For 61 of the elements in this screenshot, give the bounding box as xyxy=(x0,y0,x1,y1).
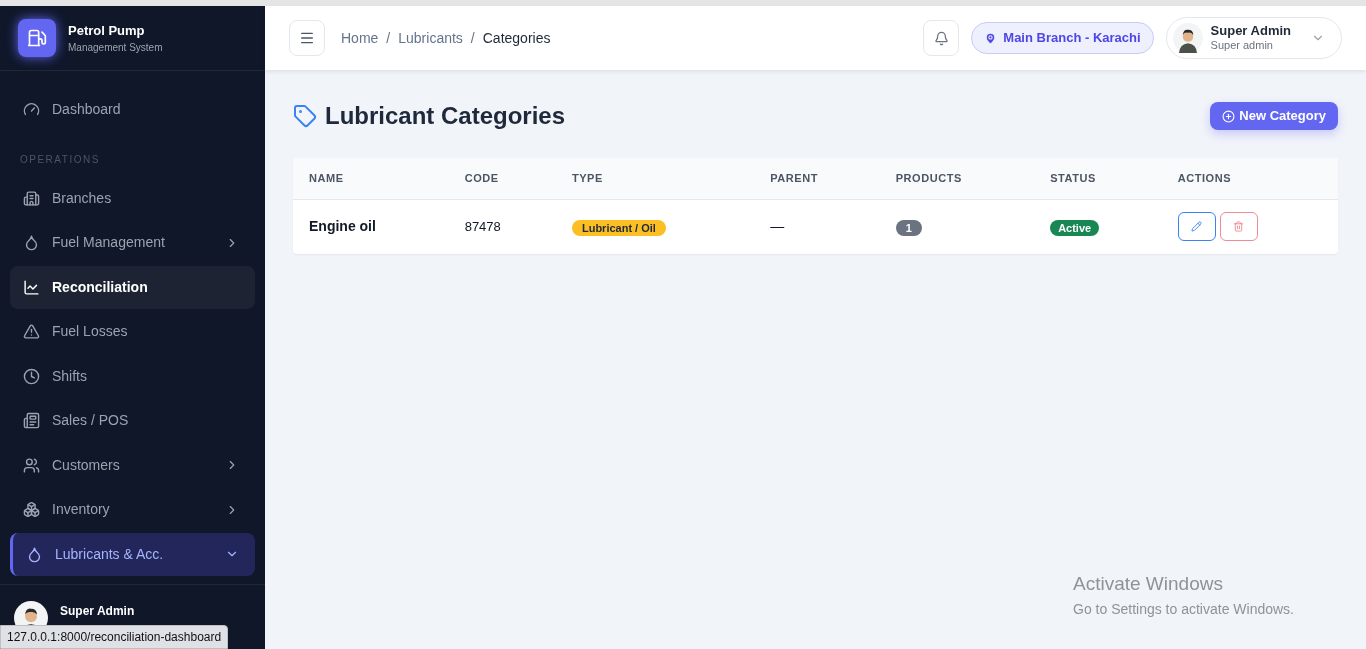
sidebar-item[interactable]: Inventory xyxy=(10,488,255,531)
sidebar-item[interactable]: Branches xyxy=(10,176,255,220)
edit-button[interactable] xyxy=(1177,212,1216,242)
brand-subtitle: Management System xyxy=(68,41,163,56)
gauge-icon xyxy=(23,100,40,118)
menu-button[interactable] xyxy=(289,20,325,56)
column-header: ACTIONS xyxy=(1161,158,1338,199)
users-icon xyxy=(23,456,40,474)
breadcrumb-link[interactable]: Lubricants xyxy=(398,27,463,49)
column-header: STATUS xyxy=(1034,158,1162,199)
droplet-icon xyxy=(23,234,40,251)
building-icon xyxy=(23,189,40,207)
column-header: PARENT xyxy=(754,158,880,199)
logo-icon xyxy=(18,19,56,57)
sidebar-item[interactable]: Customers xyxy=(10,443,255,487)
activation-title: Activate Windows xyxy=(1073,572,1224,596)
clock-icon xyxy=(23,367,40,385)
brand-title: Petrol Pump xyxy=(68,21,146,40)
sidebar-item[interactable]: Dashboard xyxy=(10,87,255,131)
column-header: NAME xyxy=(293,158,449,199)
table-cell: — xyxy=(754,199,880,254)
breadcrumb-separator: / xyxy=(386,28,391,48)
sidebar-item[interactable]: Reconciliation xyxy=(10,265,255,309)
sidebar-item[interactable]: Fuel Losses xyxy=(10,310,255,353)
breadcrumb-link[interactable]: Home xyxy=(341,27,379,49)
notification-button[interactable] xyxy=(923,20,960,56)
newspaper-icon xyxy=(23,412,40,429)
chart-icon xyxy=(23,278,40,296)
table-cell: 87478 xyxy=(448,199,556,254)
status-url: 127.0.0.1:8000/reconciliation-dashboard xyxy=(0,625,229,649)
sidebar-item[interactable]: Lubricants & Acc. xyxy=(10,532,255,576)
column-header: TYPE xyxy=(555,158,755,199)
column-header: PRODUCTS xyxy=(879,158,1035,199)
breadcrumb-current: Categories xyxy=(482,28,551,48)
user-name: Super Admin xyxy=(60,603,135,620)
warning-icon xyxy=(23,323,40,340)
boxes-icon xyxy=(23,501,40,518)
page-title: Lubricant Categories xyxy=(325,101,566,131)
sidebar-item[interactable]: Sales / POS xyxy=(10,399,255,442)
avatar-icon xyxy=(1172,23,1203,53)
droplet-icon xyxy=(26,545,43,563)
breadcrumb-separator: / xyxy=(470,28,475,48)
trash-icon xyxy=(1233,221,1245,233)
section-label: OPERATIONS xyxy=(19,153,101,167)
branch-selector[interactable]: Main Branch - Karachi xyxy=(971,22,1154,54)
map-pin-icon xyxy=(984,31,998,45)
plus-icon xyxy=(1222,109,1236,123)
activation-text: Go to Settings to activate Windows. xyxy=(1073,599,1294,619)
table-cell: Engine oil xyxy=(293,199,449,254)
type-badge: Lubricant / Oil xyxy=(571,219,666,236)
count-badge: 1 xyxy=(895,219,922,236)
delete-button[interactable] xyxy=(1219,212,1258,242)
menu-icon xyxy=(299,30,315,46)
pencil-icon xyxy=(1191,221,1203,233)
sidebar-item[interactable]: Fuel Management xyxy=(10,221,255,264)
sidebar-item[interactable]: Shifts xyxy=(10,354,255,398)
status-badge: Active xyxy=(1050,219,1100,236)
tag-icon xyxy=(293,104,317,128)
column-header: CODE xyxy=(448,158,556,199)
new-category-button[interactable]: New Category xyxy=(1210,102,1338,130)
bell-icon xyxy=(933,30,949,46)
